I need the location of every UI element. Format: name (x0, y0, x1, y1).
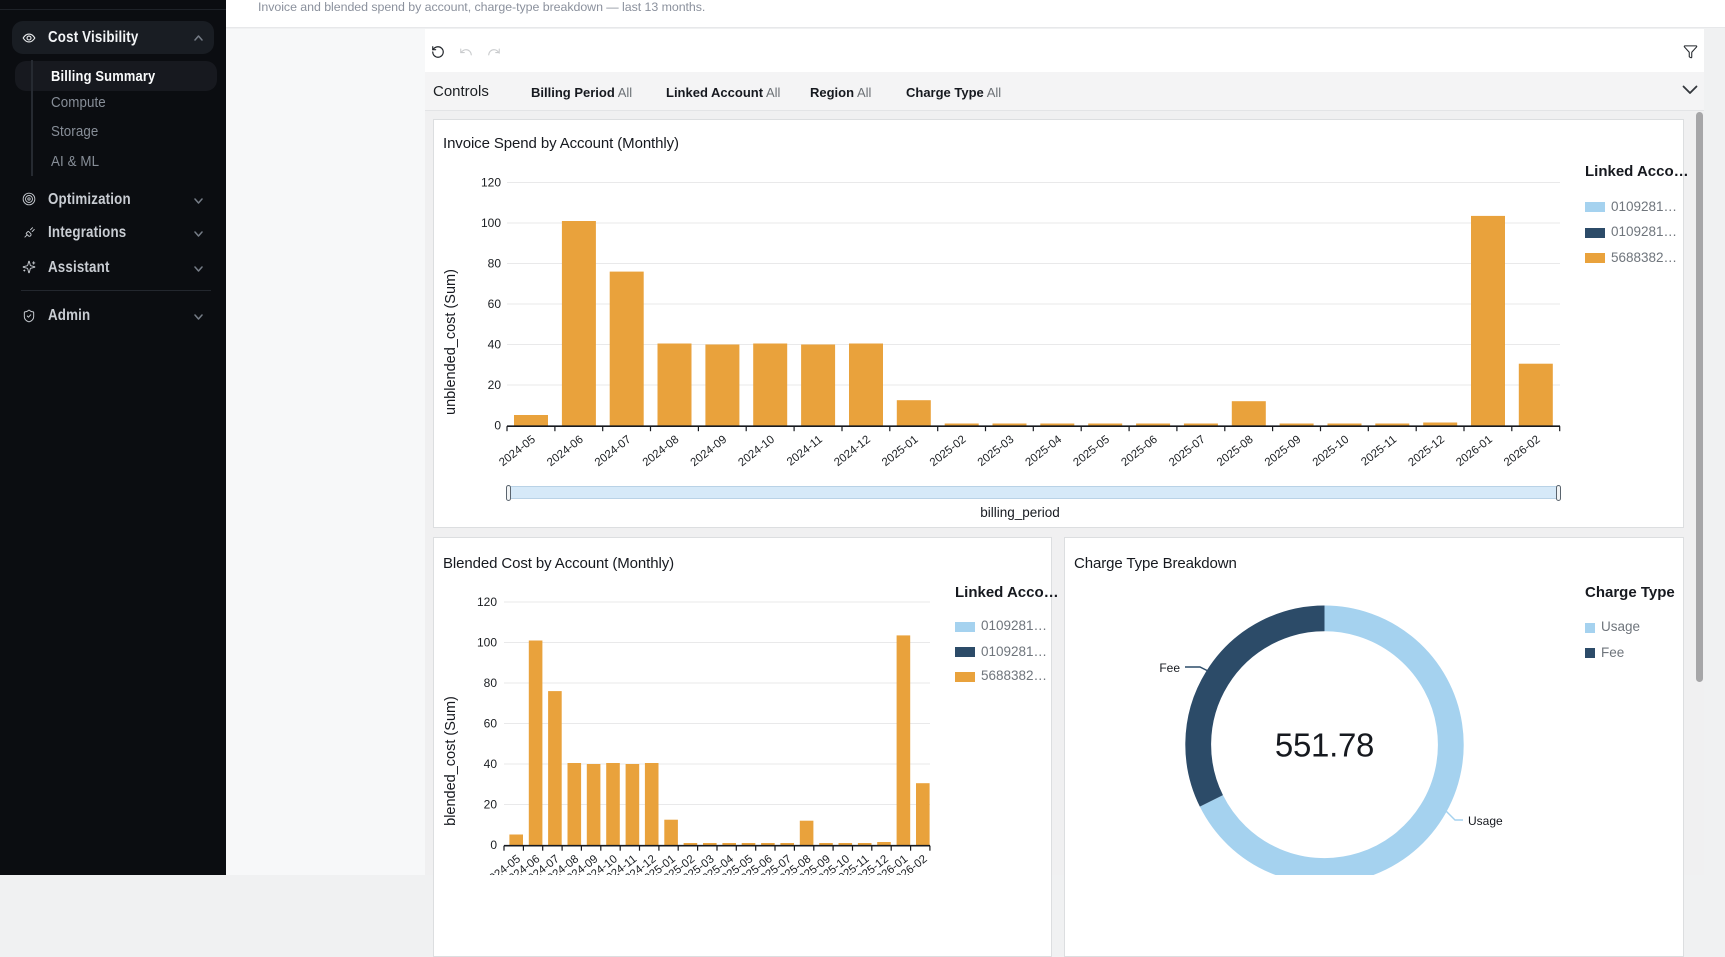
svg-text:2024-05: 2024-05 (497, 434, 538, 469)
svg-text:2025-03: 2025-03 (976, 434, 1017, 469)
svg-text:551.78: 551.78 (1275, 727, 1374, 764)
svg-text:Fee: Fee (1159, 661, 1180, 675)
svg-text:2024-12: 2024-12 (832, 434, 873, 469)
svg-text:2024-06: 2024-06 (545, 434, 586, 469)
svg-text:2024-11: 2024-11 (785, 434, 825, 469)
svg-text:2024-10: 2024-10 (736, 434, 777, 469)
svg-text:120: 120 (481, 176, 501, 190)
svg-text:2025-08: 2025-08 (1215, 434, 1256, 469)
svg-text:unblended_cost (Sum): unblended_cost (Sum) (443, 269, 459, 415)
svg-text:0: 0 (494, 419, 501, 433)
svg-text:20: 20 (488, 378, 502, 392)
svg-text:Usage: Usage (1468, 814, 1503, 828)
svg-text:0: 0 (490, 838, 497, 852)
svg-text:2025-12: 2025-12 (1406, 434, 1447, 469)
svg-text:2025-02: 2025-02 (928, 434, 969, 469)
svg-text:2025-05: 2025-05 (1071, 434, 1112, 469)
svg-text:20: 20 (484, 798, 498, 812)
svg-text:2024-08: 2024-08 (641, 434, 682, 469)
svg-text:100: 100 (477, 636, 497, 650)
svg-text:blended_cost (Sum): blended_cost (Sum) (443, 696, 459, 826)
svg-text:2025-01: 2025-01 (880, 434, 921, 469)
svg-text:60: 60 (488, 297, 502, 311)
svg-text:120: 120 (477, 595, 497, 609)
svg-text:2024-07: 2024-07 (593, 434, 634, 469)
svg-text:100: 100 (481, 216, 501, 230)
svg-text:2026-01: 2026-01 (1454, 434, 1495, 469)
svg-text:80: 80 (484, 676, 498, 690)
svg-text:2025-10: 2025-10 (1311, 434, 1352, 469)
svg-text:2024-09: 2024-09 (689, 434, 730, 469)
svg-text:2025-04: 2025-04 (1023, 433, 1064, 469)
svg-text:2026-02: 2026-02 (1502, 434, 1543, 469)
svg-text:2025-06: 2025-06 (1119, 434, 1160, 469)
svg-text:60: 60 (484, 717, 498, 731)
svg-text:2025-11: 2025-11 (1359, 434, 1399, 469)
svg-text:2025-07: 2025-07 (1167, 434, 1208, 469)
svg-text:80: 80 (488, 257, 502, 271)
svg-text:40: 40 (488, 338, 502, 352)
svg-text:40: 40 (484, 757, 498, 771)
svg-text:2025-09: 2025-09 (1263, 434, 1304, 469)
